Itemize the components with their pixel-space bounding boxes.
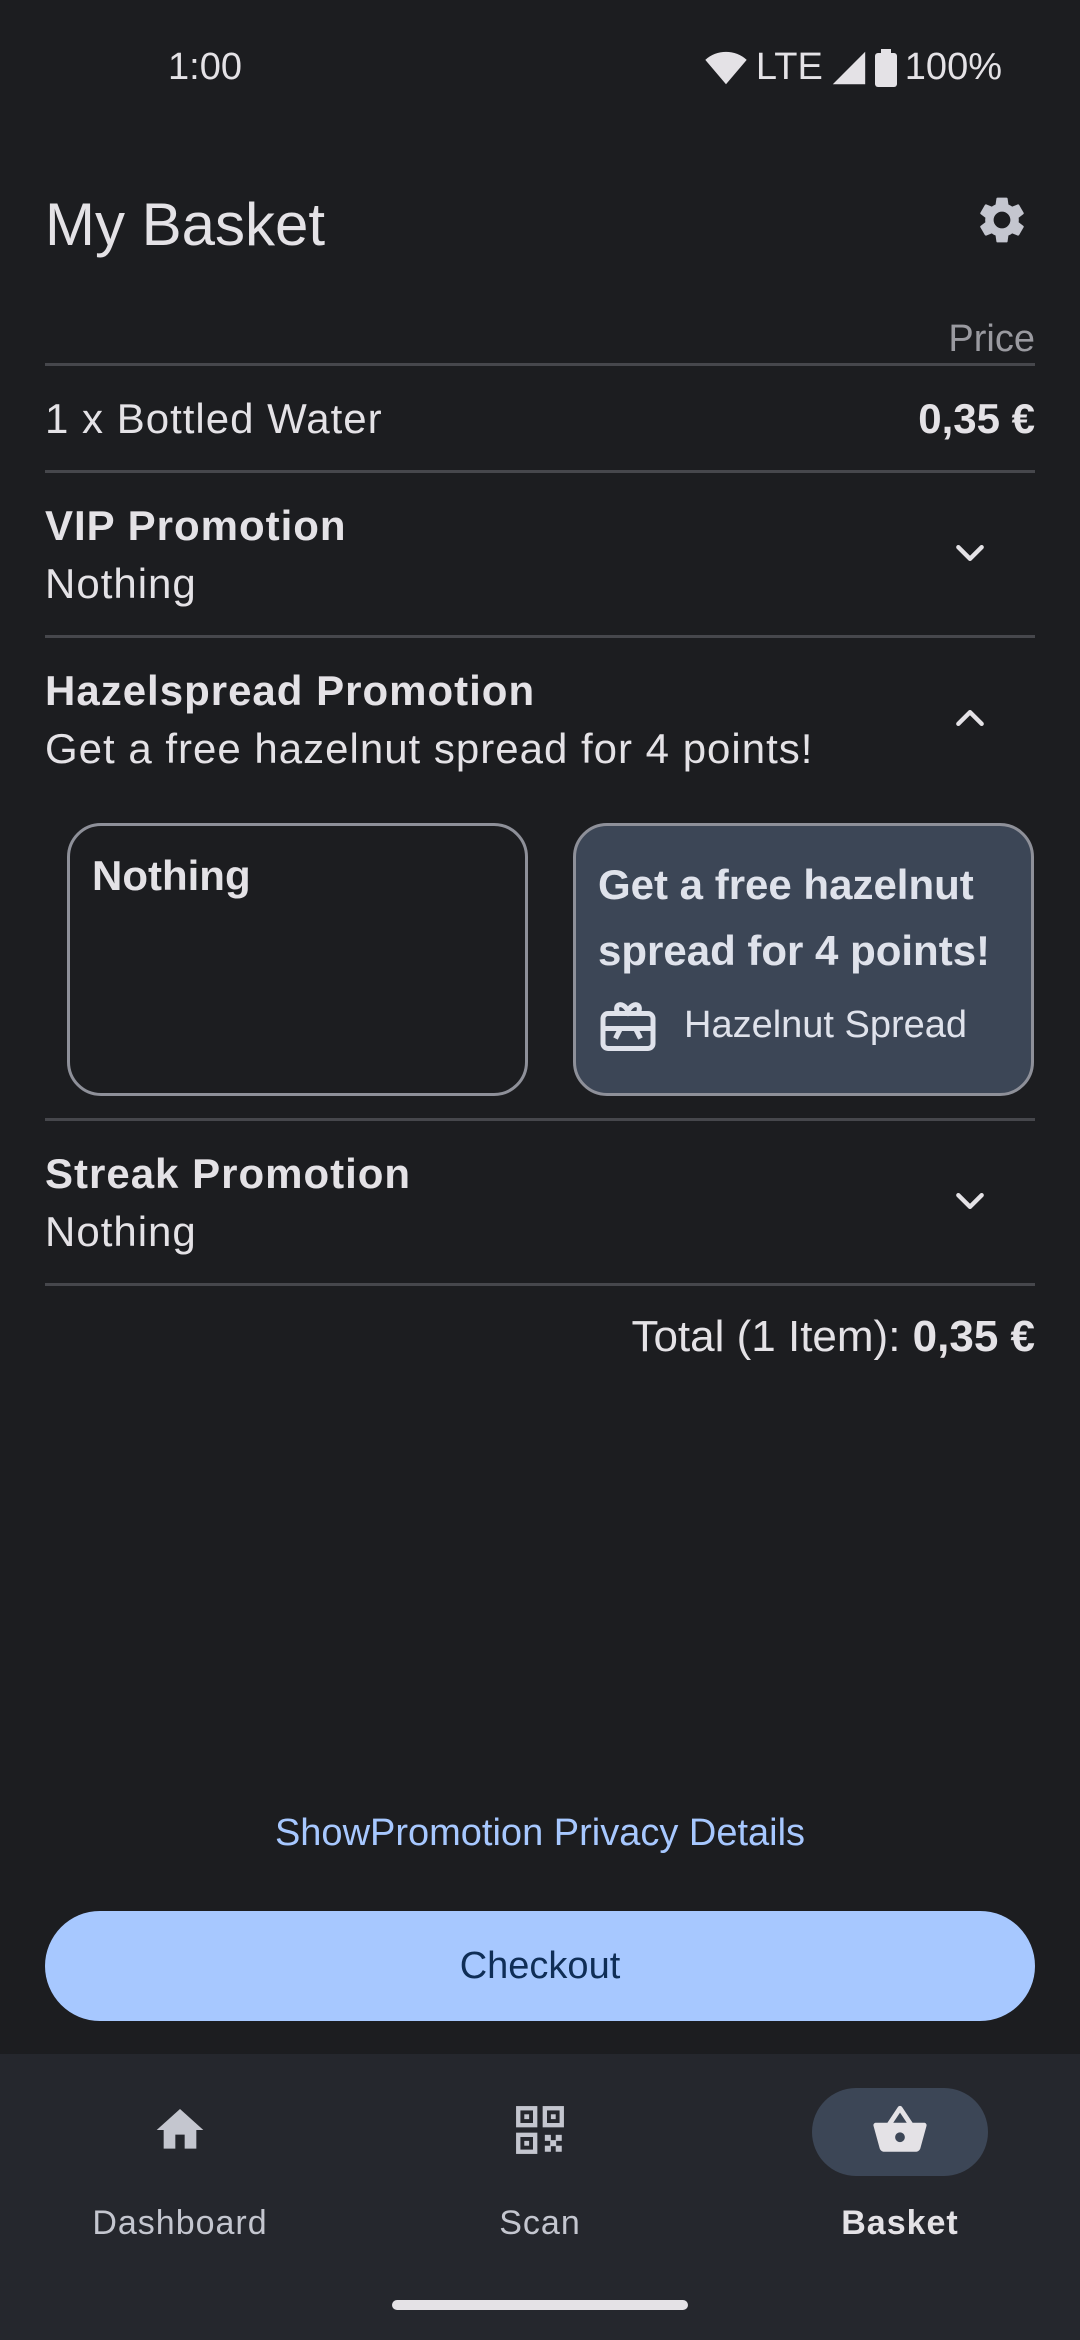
option-title: Get a free hazelnut spread for 4 points! [598,861,991,974]
promotion-selection: Get a free hazelnut spread for 4 points! [45,725,814,772]
promotion-option-nothing[interactable]: Nothing [67,823,528,1096]
divider [45,1283,1035,1286]
chevron-up-icon[interactable] [945,693,995,743]
home-indicator[interactable] [392,2300,688,2310]
network-label: LTE [755,46,823,88]
home-icon [152,2102,208,2163]
promotion-hazelspread[interactable]: Hazelspread Promotion Get a free hazelnu… [45,667,1035,787]
total-value: 0,35 € [912,1312,1035,1361]
nav-item-scan[interactable]: Scan [360,2054,720,2254]
basket-total: Total (1 Item): 0,35 € [631,1312,1035,1362]
basket-item-row: 1 x Bottled Water 0,35 € [45,395,1035,455]
divider [45,363,1035,366]
reward-label: Hazelnut Spread [684,1004,968,1046]
total-label: Total (1 Item): [631,1312,901,1361]
status-bar: 1:00 LTE 100% [0,0,1080,140]
promotion-option-hazelnut[interactable]: Get a free hazelnut spread for 4 points!… [573,823,1034,1096]
divider [45,635,1035,638]
signal-icon [831,50,867,86]
promotion-selection: Nothing [45,1208,197,1255]
gift-card-icon [598,998,658,1054]
chevron-down-icon[interactable] [945,1176,995,1226]
wifi-icon [704,50,748,86]
promotion-title: Hazelspread Promotion [45,667,536,714]
option-title: Nothing [92,852,251,899]
gear-icon [974,192,1030,253]
promotion-title: VIP Promotion [45,502,347,549]
nav-label: Dashboard [92,2204,268,2242]
basket-icon [871,2101,929,2164]
price-column-header: Price [948,318,1035,360]
bottom-navigation: Dashboard Scan Basket [0,2054,1080,2340]
promotion-vip[interactable]: VIP Promotion Nothing [45,502,1035,622]
checkout-button[interactable]: Checkout [45,1911,1035,2021]
status-indicators: LTE 100% [704,46,1002,89]
item-label: 1 x Bottled Water [45,395,383,442]
chevron-down-icon[interactable] [945,528,995,578]
nav-item-basket[interactable]: Basket [720,2054,1080,2254]
battery-level: 100% [904,46,1002,88]
status-time: 1:00 [168,46,242,88]
page-title: My Basket [45,191,326,258]
promotion-streak[interactable]: Streak Promotion Nothing [45,1150,1035,1270]
battery-icon [874,48,897,87]
settings-button[interactable] [970,190,1034,254]
divider [45,470,1035,473]
item-price: 0,35 € [918,395,1035,442]
qr-code-icon [511,2101,569,2164]
privacy-details-link[interactable]: ShowPromotion Privacy Details [0,1812,1080,1855]
nav-label: Basket [841,2204,959,2242]
divider [45,1118,1035,1121]
promotion-selection: Nothing [45,560,197,607]
nav-label: Scan [499,2204,581,2242]
nav-item-dashboard[interactable]: Dashboard [0,2054,360,2254]
promotion-title: Streak Promotion [45,1150,412,1197]
